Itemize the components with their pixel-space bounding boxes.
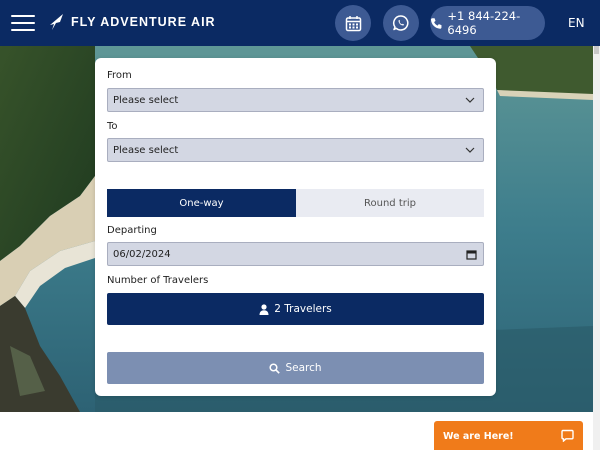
from-label: From [107,70,132,81]
travelers-button[interactable]: 2 Travelers [107,293,484,325]
scrollbar-thumb[interactable] [594,46,599,54]
to-label: To [107,121,118,132]
search-button[interactable]: Search [107,352,484,384]
from-select-value: Please select [113,94,179,106]
tab-round-trip[interactable]: Round trip [296,189,484,217]
chevron-down-icon [465,97,475,103]
from-select[interactable]: Please select [107,88,484,112]
phone-number: +1 844-224-6496 [447,9,521,37]
departing-date-value: 06/02/2024 [113,248,171,260]
hamburger-icon[interactable] [11,15,35,31]
calendar-button[interactable] [335,5,371,41]
phone-button[interactable]: +1 844-224-6496 [430,6,545,40]
phone-icon [430,17,442,29]
chat-label: We are Here! [443,431,514,442]
departing-label: Departing [107,225,157,236]
scrollbar-track[interactable] [593,46,600,450]
tab-one-way[interactable]: One-way [107,189,296,217]
to-select[interactable]: Please select [107,138,484,162]
whatsapp-button[interactable] [383,5,419,41]
to-select-value: Please select [113,144,179,156]
calendar-icon [345,15,361,31]
chat-widget[interactable]: We are Here! [434,421,583,450]
chat-bubble-icon [561,429,574,442]
search-icon [269,362,281,374]
travelers-label: Number of Travelers [107,275,209,286]
chevron-down-icon [465,147,475,153]
user-icon [259,303,269,315]
trip-type-tabs: One-way Round trip [107,189,484,217]
search-label: Search [285,362,322,374]
brand-name: FLY ADVENTURE AIR [71,15,216,29]
language-selector[interactable]: EN [568,16,585,30]
calendar-icon[interactable] [466,249,477,260]
brand-logo[interactable]: FLY ADVENTURE AIR [48,13,216,31]
travelers-count: 2 Travelers [274,303,332,315]
whatsapp-icon [393,15,409,31]
plane-logo-icon [50,14,63,30]
top-nav-bar: FLY ADVENTURE AIR +1 844-224-6496 EN [0,0,600,46]
departing-date-input[interactable]: 06/02/2024 [107,242,484,266]
